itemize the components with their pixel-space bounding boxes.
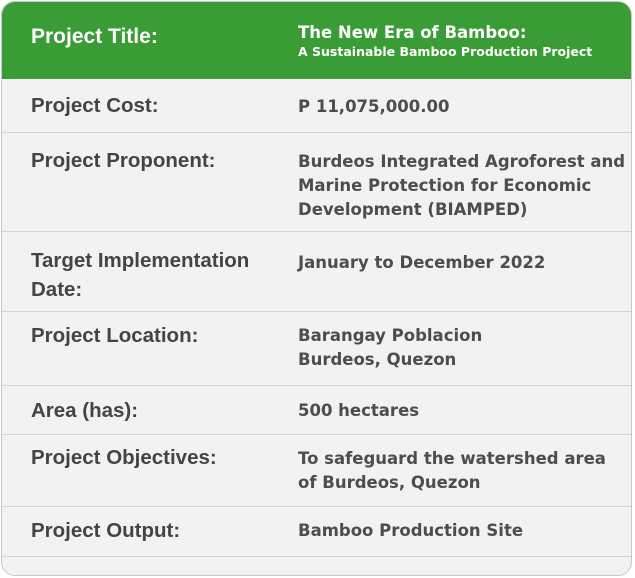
project-title-subtitle: A Sustainable Bamboo Production Project [298,44,593,59]
project-objectives-label: Project Objectives: [31,446,217,469]
target-date-value: January to December 2022 [298,253,546,272]
project-output-value: Bamboo Production Site [298,521,524,540]
project-proponent-value-line3: Development (BIAMPED) [298,200,528,219]
project-title-label: Project Title: [31,25,158,48]
project-location-value-line2: Burdeos, Quezon [298,350,457,369]
project-objectives-value-line1: To safeguard the watershed area [298,449,606,468]
project-objectives-value-line2: of Burdeos, Quezon [298,473,481,492]
project-cost-row: Project Cost: P 11,075,000.00 [2,79,631,133]
project-output-label: Project Output: [31,519,181,542]
project-info-card: Project Title: The New Era of Bamboo: A … [1,1,632,576]
area-label: Area (has): [31,399,139,422]
area-value: 500 hectares [298,401,420,420]
target-date-label-line2: Date: [31,278,83,301]
target-date-label-line1: Target Implementation [31,249,250,272]
project-title-row: Project Title: The New Era of Bamboo: A … [2,2,631,79]
project-location-row: Project Location: Barangay Poblacion Bur… [2,312,631,386]
project-cost-value: P 11,075,000.00 [298,97,450,116]
project-output-row: Project Output: Bamboo Production Site [2,507,631,557]
project-proponent-value-line2: Marine Protection for Economic [298,176,592,195]
project-proponent-value-line1: Burdeos Integrated Agroforest and [298,152,626,171]
project-location-label: Project Location: [31,324,199,347]
project-objectives-row: Project Objectives: To safeguard the wat… [2,435,631,507]
project-title-value: The New Era of Bamboo: [298,23,527,42]
project-cost-label: Project Cost: [31,94,159,117]
project-proponent-row: Project Proponent: Burdeos Integrated Ag… [2,133,631,232]
target-date-row: Target Implementation Date: January to D… [2,232,631,312]
project-location-value-line1: Barangay Poblacion [298,326,483,345]
area-row: Area (has): 500 hectares [2,386,631,435]
project-proponent-label: Project Proponent: [31,149,216,172]
